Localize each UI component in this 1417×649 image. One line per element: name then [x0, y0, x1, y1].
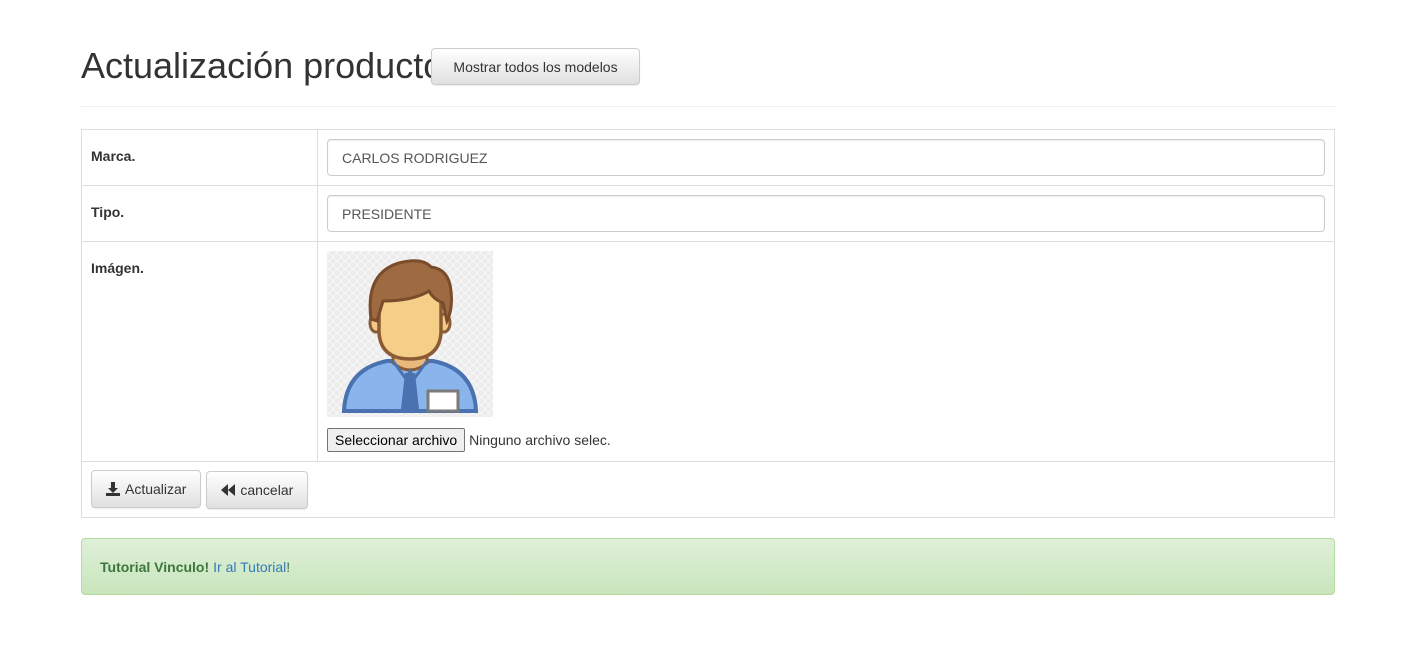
update-button[interactable]: Actualizar — [91, 470, 202, 508]
tutorial-link[interactable]: Ir al Tutorial — [213, 559, 286, 575]
page-header: Actualización producto. Mostrar todos lo… — [81, 44, 640, 88]
imagen-label: Imágen. — [81, 241, 318, 462]
fast-backward-icon — [221, 484, 236, 496]
show-all-models-button[interactable]: Mostrar todos los modelos — [431, 48, 640, 85]
page-title: Actualización producto. — [81, 45, 454, 86]
form-row-marca: Marca. — [81, 129, 1335, 186]
cancel-button-label: cancelar — [240, 482, 294, 498]
form-row-imagen: Imágen. Seleccionar archivo Ninguno arch… — [81, 241, 1335, 462]
marca-input[interactable] — [327, 139, 1325, 176]
form-row-tipo: Tipo. — [81, 185, 1335, 242]
businessman-avatar-icon — [341, 259, 479, 413]
tipo-input[interactable] — [327, 195, 1325, 232]
header-divider — [81, 106, 1335, 107]
tutorial-alert: Tutorial Vinculo! Ir al Tutorial ! — [81, 538, 1335, 595]
marca-label: Marca. — [81, 129, 318, 186]
update-button-label: Actualizar — [125, 481, 187, 497]
alert-strong-text: Tutorial Vinculo! — [100, 558, 210, 575]
download-icon — [106, 482, 120, 496]
product-form-table: Marca. Tipo. Imágen. — [81, 129, 1335, 518]
choose-file-button[interactable]: Seleccionar archivo — [327, 428, 466, 452]
cancel-button[interactable]: cancelar — [206, 471, 309, 509]
alert-trailing-text: ! — [286, 558, 291, 575]
form-actions-row: Actualizar cancelar — [81, 461, 1335, 518]
file-status-text: Ninguno archivo selec. — [469, 432, 611, 448]
file-picker: Seleccionar archivo Ninguno archivo sele… — [327, 428, 1325, 452]
tipo-label: Tipo. — [81, 185, 318, 242]
product-image — [327, 251, 493, 417]
